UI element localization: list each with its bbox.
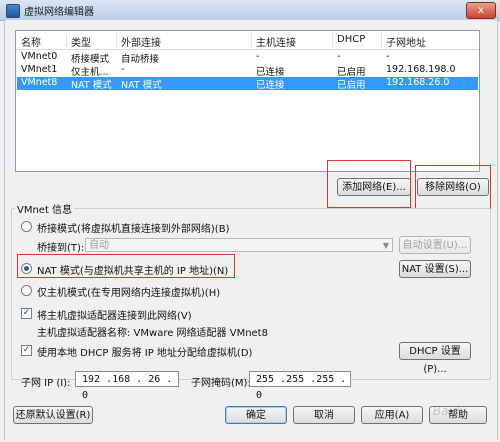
cell-host: 已连接 [256,80,285,91]
list-header: 名称 类型 外部连接 主机连接 DHCP 子网地址 [16,31,479,50]
subnet-ip-label: 子网 IP (I): [21,378,71,389]
highlight-box-add [327,160,411,208]
network-list[interactable]: 名称 类型 外部连接 主机连接 DHCP 子网地址 VMnet0 桥接模式 自动… [15,30,480,172]
bridged-to-value: 自动 [89,240,109,251]
cell-dhcp: 已启用 [337,80,366,91]
dhcp-label: 使用本地 DHCP 服务将 IP 地址分配给虚拟机(D) [37,348,253,359]
column-header-dhcp[interactable]: DHCP [337,34,365,45]
bridged-to-select[interactable]: 自动 ▼ [85,238,393,252]
close-button[interactable]: x [466,2,496,19]
cell-name: VMnet8 [21,77,58,88]
watermark: Baidu [432,404,467,418]
apply-button[interactable]: 应用(A) [361,406,423,424]
bridged-to-label: 桥接到(T): [37,243,85,254]
cell-host: 已连接 [256,67,285,78]
cell-type: 桥接模式 [71,54,110,65]
cell-host: - [256,51,260,62]
dhcp-checkbox[interactable]: ✓ [21,345,32,356]
subnet-mask-label: 子网掩码(M): [191,378,251,389]
host-only-radio[interactable] [21,285,32,296]
subnet-ip-field[interactable]: 192 .168 . 26 . 0 [75,371,179,401]
cell-name: VMnet0 [21,51,58,62]
vmnet-info-title: VMnet 信息 [15,201,75,216]
window-title: 虚拟网络编辑器 [24,7,94,18]
cell-subnet: - [386,51,390,62]
highlight-box-nat [17,254,235,278]
auto-settings-button[interactable]: 自动设置(U)... [399,236,471,254]
cell-subnet: 192.168.26.0 [386,77,450,88]
subnet-mask-field[interactable]: 255 .255 .255 . 0 [249,371,351,401]
host-only-label: 仅主机模式(在专用网络内连接虚拟机)(H) [37,288,221,299]
cell-dhcp: - [337,51,341,62]
table-row-selected[interactable]: VMnet8 NAT 模式 NAT 模式 已连接 已启用 192.168.26.… [17,77,478,91]
cancel-button[interactable]: 取消 [293,406,355,424]
app-icon [6,4,20,18]
connect-adapter-label: 将主机虚拟适配器连接到此网络(V) [37,311,192,322]
column-header-host[interactable]: 主机连接 [256,34,296,49]
cell-type: NAT 模式 [71,80,112,91]
ok-button[interactable]: 确定 [225,406,287,424]
dialog-body: 名称 类型 外部连接 主机连接 DHCP 子网地址 VMnet0 桥接模式 自动… [4,20,498,440]
nat-settings-button[interactable]: NAT 设置(S)... [399,260,471,278]
dhcp-settings-button[interactable]: DHCP 设置(P)... [399,342,471,375]
cell-name: VMnet1 [21,64,58,75]
cell-external: 自动桥接 [121,54,160,65]
title-bar: 虚拟网络编辑器 x [0,0,500,21]
column-header-external[interactable]: 外部连接 [121,34,161,49]
highlight-box-remove [415,165,491,209]
cell-dhcp: 已启用 [337,67,366,78]
cell-subnet: 192.168.198.0 [386,64,456,75]
bridged-radio[interactable] [21,221,32,232]
chevron-down-icon: ▼ [382,241,389,250]
table-row[interactable]: VMnet1 仅主机... - 已连接 已启用 192.168.198.0 [17,64,478,78]
cell-type: 仅主机... [71,67,109,78]
column-header-name[interactable]: 名称 [21,34,41,49]
bridged-label: 桥接模式(将虚拟机直接连接到外部网络)(B) [37,224,230,235]
restore-defaults-button[interactable]: 还原默认设置(R) [13,406,93,424]
cell-external: NAT 模式 [121,80,162,91]
adapter-name-label: 主机虚拟适配器名称: VMware 网络适配器 VMnet8 [37,328,268,339]
cell-external: - [121,64,125,75]
column-header-subnet[interactable]: 子网地址 [386,34,426,49]
column-header-type[interactable]: 类型 [71,34,91,49]
table-row[interactable]: VMnet0 桥接模式 自动桥接 - - - [17,51,478,65]
connect-adapter-checkbox[interactable]: ✓ [21,308,32,319]
